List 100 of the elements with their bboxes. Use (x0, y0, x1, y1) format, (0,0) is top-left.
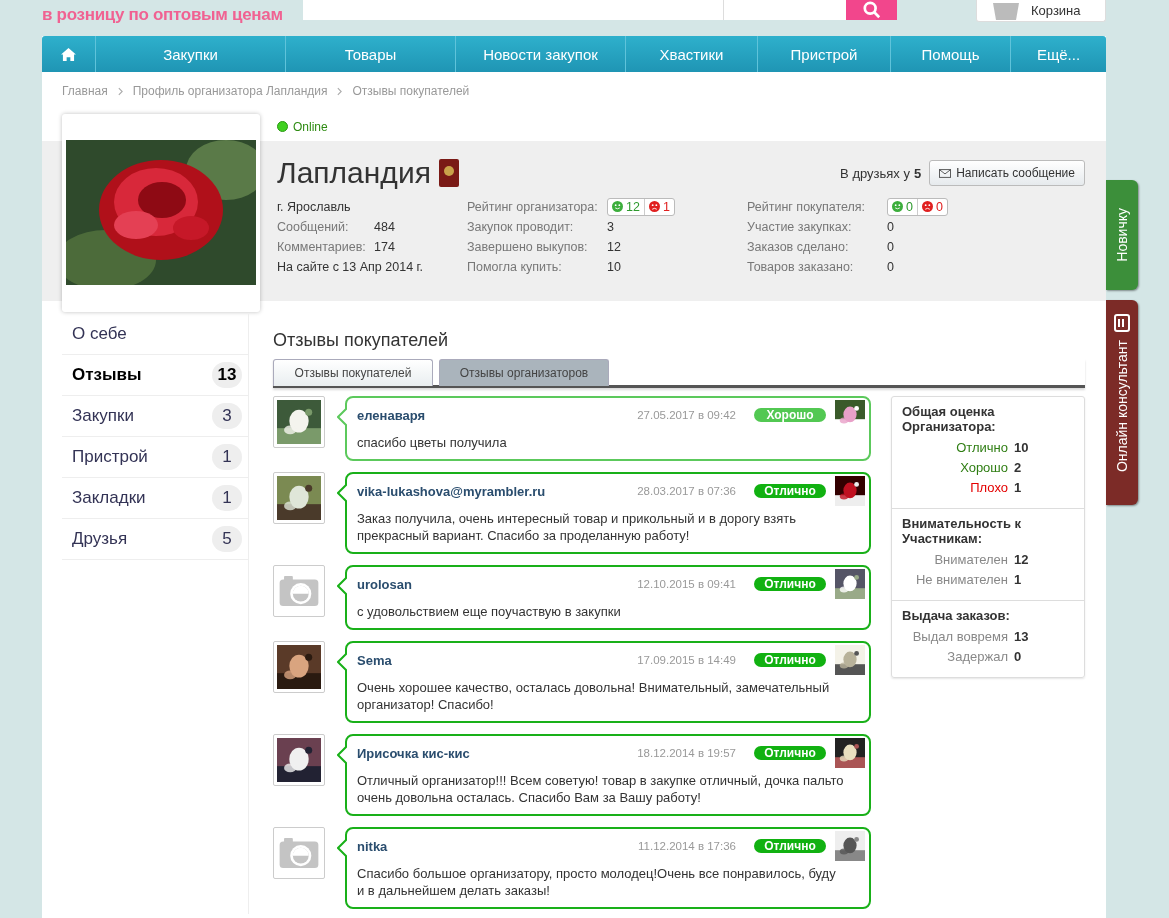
review-text: Очень хорошее качество, осталась довольна! Внимательный, замечательный организатор! Спасибо! (357, 679, 831, 713)
summary-label: Отлично (955, 440, 1008, 455)
frown-icon (921, 201, 933, 212)
stat-value: 12 (607, 239, 621, 254)
member-since-text: На сайте с 13 Апр 2014 г. (277, 258, 425, 275)
review-date: 17.09.2015 в 14:49 (637, 654, 736, 666)
review-text: Заказ получила, очень интересный товар и прикольный и в дорогу взять прекрасный вариант. Спасибо за проделанную работу! (357, 510, 798, 544)
sidebar-item[interactable]: Отзывы 13 (62, 355, 248, 396)
summary-value: 0 (1014, 649, 1022, 664)
count-badge: 13 (212, 362, 242, 388)
review-date: 11.12.2014 в 17:36 (638, 840, 736, 852)
summary-value: 2 (1014, 460, 1022, 475)
basket-icon (991, 0, 1021, 21)
sidebar-item-label: О себе (72, 324, 127, 344)
negative-count: 0 (935, 199, 943, 214)
search-button[interactable] (846, 0, 897, 20)
author-link[interactable]: nitka (357, 838, 638, 854)
stat-label: Комментариев: (277, 239, 367, 254)
sidebar-item[interactable]: Друзья 5 (62, 519, 248, 560)
rating-badge: Отлично (754, 484, 826, 498)
stat-label: Товаров заказано: (747, 259, 855, 274)
sidebar-item-label: Закупки (72, 406, 134, 426)
sidebar-item-label: Закладки (72, 488, 146, 508)
sidebar-item[interactable]: Закупки 3 (62, 396, 248, 437)
review-date: 18.12.2014 в 19:57 (637, 747, 736, 759)
stat-value: 174 (374, 239, 395, 254)
summary-label: Не внимателен (914, 572, 1008, 587)
smile-icon (892, 201, 903, 212)
stat-value: 0 (887, 259, 894, 274)
summary-label: Задержал (946, 649, 1008, 664)
friends-label: В друзьях у (840, 165, 910, 181)
stat-value: 484 (374, 219, 395, 234)
review-date: 27.05.2017 в 09:42 (637, 409, 736, 421)
smile-icon (612, 201, 623, 212)
summary-value: 1 (1014, 480, 1022, 495)
sidebar-item-label: Друзья (72, 529, 128, 549)
author-link[interactable]: еленаваря (357, 407, 638, 423)
home-icon (61, 47, 76, 61)
author-link[interactable]: urolosan (357, 576, 638, 592)
sidebar-item[interactable]: Закладки 1 (62, 478, 248, 519)
summary-title: Выдача заказов: (902, 608, 1011, 623)
summary-value: 10 (1014, 440, 1029, 455)
cart-button[interactable]: Корзина (976, 0, 1106, 22)
section-title: Отзывы покупателей (273, 330, 450, 351)
summary-label: Плохо (969, 480, 1008, 495)
sidebar-item[interactable]: Пристрой 1 (62, 437, 248, 478)
sidebar-item[interactable]: О себе (62, 314, 248, 355)
stat-label: Заказов сделано: (747, 239, 850, 254)
summary-value: 12 (1014, 552, 1029, 567)
side-tab[interactable]: Новичку (1106, 180, 1138, 290)
profile-name: Лапландия (277, 156, 431, 190)
stat-label: Сообщений: (277, 219, 350, 234)
author-link[interactable]: Sema (357, 652, 638, 668)
sidebar-item-label: Пристрой (72, 447, 148, 467)
summary-label: Хорошо (959, 460, 1008, 475)
rating-badge: Хорошо (754, 408, 826, 422)
author-link[interactable]: vika-lukashova@myrambler.ru (357, 483, 638, 499)
stat-label: Помогла купить: (467, 259, 563, 274)
rating-badge: Отлично (754, 746, 826, 760)
tab[interactable]: Отзывы организаторов (439, 359, 609, 386)
summary-title: Общая оценка Организатора: (902, 404, 997, 434)
friends-count: 5 (913, 165, 922, 181)
envelope-icon (939, 168, 952, 178)
summary-value: 13 (1014, 629, 1029, 644)
status-text: Online (293, 119, 328, 134)
summary-label: Выдал вовремя (911, 629, 1008, 644)
positive-count: 0 (906, 199, 913, 214)
rating-badge: Отлично (754, 839, 826, 853)
passport-icon (438, 159, 459, 187)
send-message-button[interactable]: Написать сообщение (929, 160, 1085, 186)
tab[interactable]: Отзывы покупателей (273, 359, 433, 386)
rating-label: Рейтинг покупателя: (747, 199, 867, 214)
city-text: г. Ярославль (277, 198, 352, 215)
rating-label: Рейтинг организатора: (467, 199, 599, 214)
author-link[interactable]: Ирисочка кис-кис (357, 745, 638, 761)
chevron-icon (337, 86, 343, 96)
stat-label: Закупок проводит: (467, 219, 575, 234)
count-badge: 3 (212, 403, 242, 429)
stat-label: Участие закупках: (747, 219, 853, 234)
review-date: 28.03.2017 в 07:36 (637, 485, 736, 497)
summary-value: 1 (1014, 572, 1022, 587)
stat-value: 0 (887, 239, 894, 254)
summary-title: Внимательность к Участникам: (902, 516, 1023, 546)
logo-tagline: в розницу по оптовым ценам (42, 6, 284, 24)
summary-label: Внимателен (933, 552, 1008, 567)
stat-value: 10 (607, 259, 621, 274)
stat-value: 0 (887, 219, 894, 234)
review-text: Спасибо большое организатору, просто молодец!Очень все понравилось, буду и в дальнейшем делать заказы! (357, 865, 837, 899)
positive-count: 12 (626, 199, 640, 214)
negative-count: 1 (662, 199, 670, 214)
rating-badge: Отлично (754, 653, 826, 667)
rating-badge: Отлично (754, 577, 826, 591)
search-icon (862, 1, 881, 19)
stat-value: 3 (607, 219, 614, 234)
search-field[interactable] (303, 0, 723, 20)
side-tab[interactable]: Онлайн консультант (1106, 300, 1138, 505)
sidebar-item-label: Отзывы (72, 365, 142, 385)
review-text: с удовольствием еще поучаствую в закупки (357, 603, 622, 620)
frown-icon (648, 201, 660, 212)
count-badge: 5 (212, 526, 242, 552)
